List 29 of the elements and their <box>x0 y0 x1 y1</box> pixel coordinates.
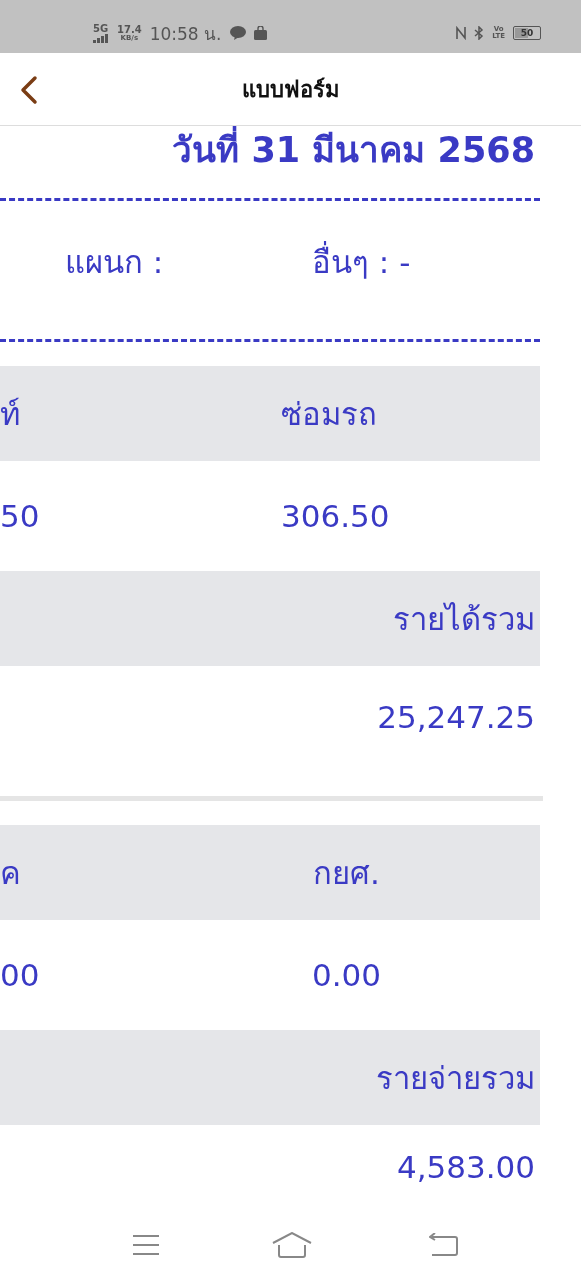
battery-percent: 50 <box>520 28 534 38</box>
total-label: รายได้รวม <box>393 599 535 639</box>
nfc-icon <box>456 26 467 40</box>
menu-icon[interactable] <box>132 1234 160 1256</box>
total-label: รายจ่ายรวม <box>376 1058 535 1098</box>
back-icon[interactable] <box>429 1233 459 1257</box>
info-label: แผนก : <box>65 243 164 282</box>
table-cell: 00 <box>0 957 40 993</box>
column-header: กยศ. <box>313 853 380 893</box>
info-label: อื่นๆ : - <box>312 237 411 287</box>
speed-value: 17.4 <box>117 24 142 35</box>
home-icon[interactable] <box>272 1232 312 1258</box>
column-header: ค <box>0 853 21 893</box>
total-value: 25,247.25 <box>377 699 535 735</box>
network-type: 5G <box>93 23 109 34</box>
table-cell: 0.00 <box>312 957 382 993</box>
column-header: ซ่อมรถ <box>281 394 377 434</box>
page-title: แบบฟอร์ม <box>241 75 340 104</box>
chat-bubble-icon <box>229 26 246 40</box>
form-date: วันที่ 31 มีนาคม 2568 <box>0 126 540 176</box>
bluetooth-icon <box>474 26 485 40</box>
table-cell: 50 <box>0 498 40 534</box>
total-value: 4,583.00 <box>396 1149 535 1185</box>
shopping-bag-icon <box>253 26 267 40</box>
table-cell: 306.50 <box>281 498 390 534</box>
signal-icon <box>93 33 109 43</box>
clock: 10:58 น. <box>149 22 222 46</box>
column-header: ท์ <box>0 394 20 434</box>
back-chevron-icon <box>20 75 38 105</box>
